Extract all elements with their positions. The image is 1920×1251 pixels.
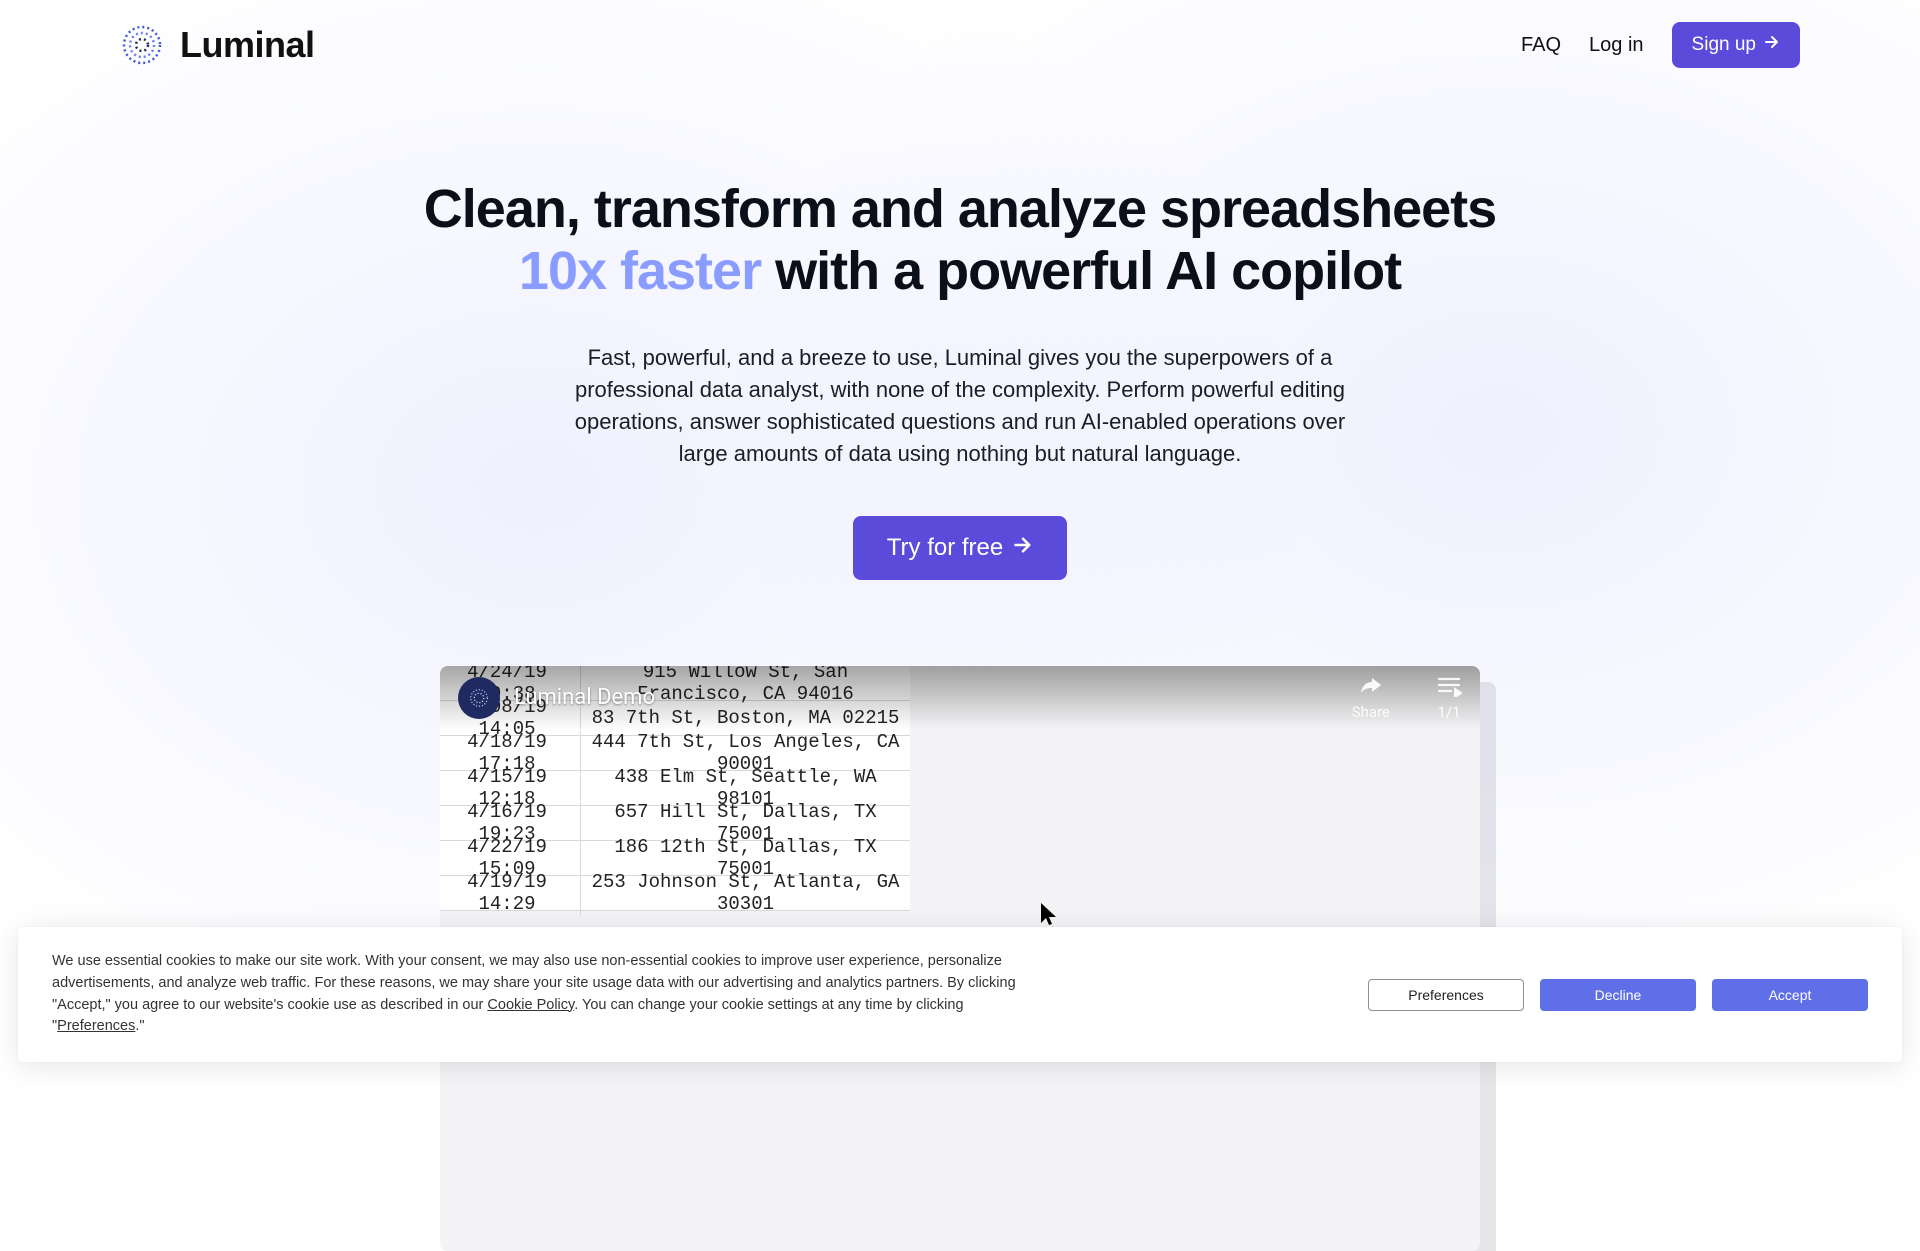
channel-avatar-icon (458, 677, 500, 719)
video-share-label: Share (1352, 703, 1390, 721)
cookie-preferences-link[interactable]: Preferences (57, 1018, 135, 1034)
cookie-banner: We use essential cookies to make our sit… (18, 927, 1902, 1062)
cell-address: 253 Johnson St, Atlanta, GA 30301 (580, 871, 910, 915)
try-free-button[interactable]: Try for free (853, 516, 1067, 580)
cookie-text: We use essential cookies to make our sit… (52, 951, 1032, 1038)
video-playlist-label: 1/1 (1437, 703, 1460, 721)
nav-login[interactable]: Log in (1589, 34, 1644, 57)
cursor-icon (1040, 902, 1058, 926)
cta-label: Try for free (887, 534, 1003, 562)
brand-logo-icon (120, 23, 164, 67)
brand[interactable]: Luminal (120, 23, 315, 67)
playlist-icon (1436, 675, 1462, 701)
cookie-accept-button[interactable]: Accept (1712, 979, 1868, 1011)
hero-highlight: 10x faster (519, 241, 761, 301)
arrow-right-icon (1764, 34, 1780, 56)
cookie-decline-button[interactable]: Decline (1540, 979, 1696, 1011)
header: Luminal FAQ Log in Sign up (0, 0, 1920, 68)
cookie-preferences-button[interactable]: Preferences (1368, 979, 1524, 1011)
cookie-actions: Preferences Decline Accept (1368, 979, 1868, 1011)
video-playlist-button[interactable]: 1/1 (1436, 675, 1462, 721)
hero-line1: Clean, transform and analyze spreadsheet… (424, 179, 1496, 239)
cell-timestamp: 4/19/19 14:29 (440, 871, 580, 915)
hero-subtitle: Fast, powerful, and a breeze to use, Lum… (550, 342, 1370, 470)
nav: FAQ Log in Sign up (1521, 22, 1800, 68)
share-icon (1358, 675, 1384, 701)
hero-headline: Clean, transform and analyze spreadsheet… (410, 178, 1510, 302)
hero-line2-rest: with a powerful AI copilot (761, 241, 1401, 301)
video-title: Luminal Demo (514, 685, 655, 710)
brand-name: Luminal (180, 24, 315, 66)
signup-button[interactable]: Sign up (1672, 22, 1800, 68)
video-share-button[interactable]: Share (1352, 675, 1390, 721)
signup-label: Sign up (1692, 34, 1756, 56)
video-overlay: Luminal Demo Share 1/1 (440, 666, 1480, 730)
nav-faq[interactable]: FAQ (1521, 34, 1561, 57)
hero: Clean, transform and analyze spreadsheet… (0, 178, 1920, 1251)
arrow-right-icon (1013, 534, 1033, 562)
table-row: 4/19/19 14:29253 Johnson St, Atlanta, GA… (440, 876, 910, 911)
cookie-policy-link[interactable]: Cookie Policy (487, 997, 574, 1013)
